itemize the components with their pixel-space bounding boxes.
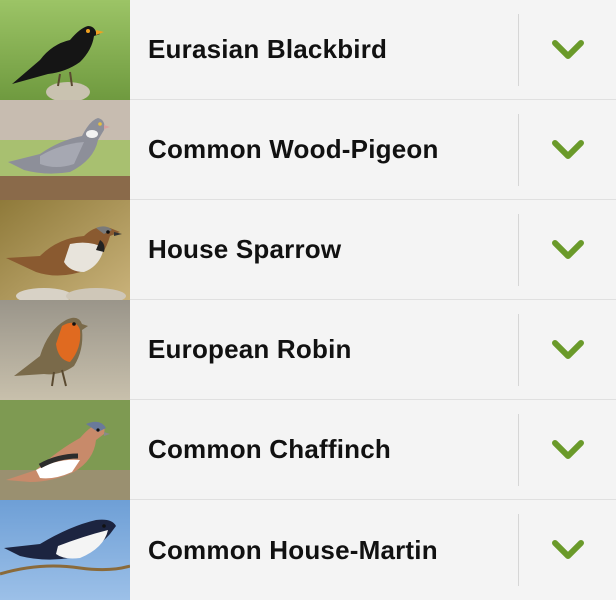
chevron-down-icon xyxy=(551,239,584,259)
expand-button[interactable] xyxy=(519,500,616,600)
chevron-down-icon xyxy=(551,540,584,559)
bird-name: Common Chaffinch xyxy=(148,434,391,464)
chevron-down-icon xyxy=(551,139,584,159)
bird-name: Common Wood-Pigeon xyxy=(148,134,439,164)
house-martin-photo xyxy=(0,500,130,600)
bird-name: European Robin xyxy=(148,334,352,364)
wood-pigeon-photo xyxy=(0,99,130,200)
list-item[interactable]: Common Wood-Pigeon xyxy=(0,99,616,200)
bird-name: House Sparrow xyxy=(148,234,342,264)
expand-button[interactable] xyxy=(519,100,616,200)
expand-button[interactable] xyxy=(519,200,616,300)
european-robin-photo xyxy=(0,299,130,400)
chevron-down-icon xyxy=(551,39,584,59)
expand-button[interactable] xyxy=(519,300,616,400)
bird-name: Eurasian Blackbird xyxy=(148,34,388,64)
house-sparrow-photo xyxy=(0,199,130,300)
list-item[interactable]: Eurasian Blackbird xyxy=(0,0,616,100)
chevron-down-icon xyxy=(551,439,584,459)
chevron-down-icon xyxy=(551,339,584,359)
blackbird-photo xyxy=(0,0,130,100)
expand-button[interactable] xyxy=(519,400,616,500)
bird-name: Common House-Martin xyxy=(148,534,438,565)
chaffinch-photo xyxy=(0,399,130,500)
list-item[interactable]: Common House-Martin xyxy=(0,500,616,600)
bird-list: Eurasian Blackbird Common Wood-Pigeon Ho… xyxy=(0,0,616,600)
list-item[interactable]: European Robin xyxy=(0,299,616,400)
list-item[interactable]: House Sparrow xyxy=(0,199,616,300)
list-item[interactable]: Common Chaffinch xyxy=(0,399,616,500)
expand-button[interactable] xyxy=(519,0,616,100)
